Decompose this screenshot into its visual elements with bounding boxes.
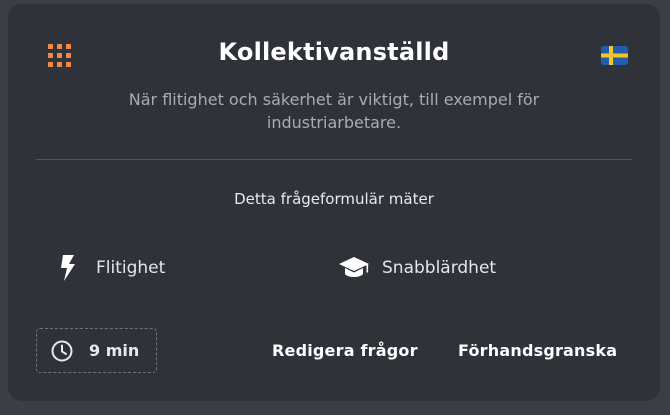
graduation-cap-icon	[338, 254, 370, 282]
trait-flitighet: Flitighet	[52, 254, 165, 282]
divider	[36, 159, 632, 160]
duration-badge: 9 min	[36, 328, 157, 373]
card-title: Kollektivanställd	[218, 38, 450, 66]
questionnaire-card: Kollektivanställd När flitighet och säke…	[8, 4, 660, 401]
measures-heading: Detta frågeformulär mäter	[234, 190, 434, 208]
trait-snabblardhet: Snabblärdhet	[338, 254, 496, 282]
trait-label: Snabblärdhet	[382, 258, 497, 278]
edit-questions-button[interactable]: Redigera frågor	[272, 341, 418, 360]
lightning-bolt-icon	[52, 254, 84, 282]
duration-text: 9 min	[89, 341, 140, 360]
swedish-flag-icon[interactable]	[601, 46, 628, 65]
preview-button[interactable]: Förhandsgranska	[458, 341, 617, 360]
card-subtitle: När flitighet och säkerhet är viktigt, t…	[128, 90, 540, 132]
clock-icon	[51, 340, 73, 362]
trait-label: Flitighet	[96, 258, 166, 278]
